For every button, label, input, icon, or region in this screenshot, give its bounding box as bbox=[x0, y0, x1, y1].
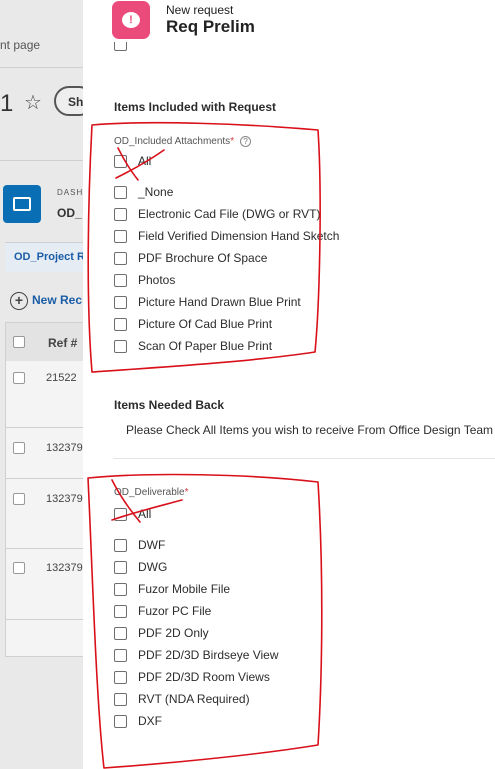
required-indicator: * bbox=[230, 136, 235, 148]
breadcrumb[interactable]: nt page bbox=[0, 38, 40, 52]
dashboard-icon bbox=[3, 185, 41, 223]
row-checkbox[interactable] bbox=[13, 372, 25, 384]
checkbox-pdf-room-views[interactable] bbox=[114, 671, 127, 684]
checkbox-dxf[interactable] bbox=[114, 715, 127, 728]
checkbox-hand-drawn[interactable] bbox=[114, 296, 127, 309]
table-cell-ref[interactable]: 132379 bbox=[46, 562, 83, 574]
tab-od-project[interactable]: OD_Project R bbox=[5, 242, 95, 272]
row-checkbox[interactable] bbox=[13, 562, 25, 574]
checkbox-photos[interactable] bbox=[114, 274, 127, 287]
table-cell-ref[interactable]: 132379 bbox=[46, 442, 83, 454]
panel-title: Req Prelim bbox=[166, 17, 255, 36]
help-circle-icon[interactable]: ? bbox=[240, 136, 252, 147]
checkbox-all-deliverables[interactable] bbox=[114, 508, 127, 521]
divider bbox=[113, 458, 495, 459]
option-label[interactable]: Photos bbox=[138, 273, 175, 287]
option-label[interactable]: Picture Hand Drawn Blue Print bbox=[138, 295, 301, 309]
new-record-button[interactable]: + New Rec bbox=[10, 292, 82, 310]
option-label[interactable]: All bbox=[138, 154, 151, 168]
section-title-included: Items Included with Request bbox=[114, 100, 277, 114]
checkbox-scan-paper[interactable] bbox=[114, 340, 127, 353]
option-label[interactable]: DXF bbox=[138, 714, 162, 728]
option-label[interactable]: _None bbox=[138, 185, 173, 199]
checkbox-all-attachments[interactable] bbox=[114, 155, 127, 168]
checkbox-fuzor-pc[interactable] bbox=[114, 605, 127, 618]
option-label[interactable]: PDF 2D/3D Birdseye View bbox=[138, 648, 279, 662]
attachments-field-label: OD_Included Attachments*? bbox=[114, 136, 252, 148]
table-cell-ref[interactable]: 132379 bbox=[46, 493, 83, 505]
panel-subtitle: New request bbox=[166, 3, 234, 17]
checkbox-pdf-2d[interactable] bbox=[114, 627, 127, 640]
checkbox-dwg[interactable] bbox=[114, 561, 127, 574]
option-label[interactable]: DWG bbox=[138, 560, 167, 574]
divider bbox=[0, 67, 83, 68]
deliverable-field-label: OD_Deliverable* bbox=[114, 487, 189, 498]
checkbox-rvt[interactable] bbox=[114, 693, 127, 706]
option-label[interactable]: Fuzor PC File bbox=[138, 604, 211, 618]
records-table: Ref # 21522 132379 132379 132379 bbox=[5, 322, 96, 657]
column-header-ref[interactable]: Ref # bbox=[48, 336, 77, 350]
checkbox-field-verified[interactable] bbox=[114, 230, 127, 243]
option-label[interactable]: Scan Of Paper Blue Print bbox=[138, 339, 272, 353]
needed-back-description: Please Check All Items you wish to recei… bbox=[126, 423, 494, 437]
table-cell-ref[interactable]: 21522 bbox=[46, 372, 77, 384]
option-label[interactable]: DWF bbox=[138, 538, 165, 552]
option-label[interactable]: All bbox=[138, 507, 151, 521]
dashboard-label: DASH bbox=[57, 188, 84, 197]
option-label[interactable]: PDF 2D Only bbox=[138, 626, 209, 640]
checkbox-pdf-brochure[interactable] bbox=[114, 252, 127, 265]
plus-circle-icon: + bbox=[10, 292, 28, 310]
checkbox-pdf-birdseye[interactable] bbox=[114, 649, 127, 662]
section-title-needed-back: Items Needed Back bbox=[114, 398, 225, 412]
option-label[interactable]: Picture Of Cad Blue Print bbox=[138, 317, 272, 331]
checkbox-cad-blue-print[interactable] bbox=[114, 318, 127, 331]
checkbox-fuzor-mobile[interactable] bbox=[114, 583, 127, 596]
option-label[interactable]: Field Verified Dimension Hand Sketch bbox=[138, 229, 339, 243]
checkbox[interactable] bbox=[114, 42, 127, 51]
checkbox-dwf[interactable] bbox=[114, 539, 127, 552]
required-indicator: * bbox=[184, 487, 189, 498]
star-icon[interactable]: ☆ bbox=[24, 90, 42, 115]
divider bbox=[0, 160, 83, 161]
option-label[interactable]: PDF 2D/3D Room Views bbox=[138, 670, 270, 684]
row-checkbox[interactable] bbox=[13, 442, 25, 454]
option-label[interactable]: Fuzor Mobile File bbox=[138, 582, 230, 596]
new-request-panel: Items Included with Request OD_Included … bbox=[83, 0, 495, 769]
table-header: Ref # bbox=[6, 323, 94, 361]
tab-label: OD_Project R bbox=[14, 251, 85, 263]
row-checkbox[interactable] bbox=[13, 493, 25, 505]
option-label[interactable]: Electronic Cad File (DWG or RVT) bbox=[138, 207, 320, 221]
option-label[interactable]: PDF Brochure Of Space bbox=[138, 251, 267, 265]
checkbox-electronic-cad[interactable] bbox=[114, 208, 127, 221]
checkbox-none[interactable] bbox=[114, 186, 127, 199]
chat-alert-icon: ! bbox=[112, 1, 150, 39]
panel-header: ! New request Req Prelim bbox=[83, 0, 495, 42]
record-number: 1 bbox=[0, 90, 14, 117]
option-label[interactable]: RVT (NDA Required) bbox=[138, 692, 250, 706]
select-all-checkbox[interactable] bbox=[13, 336, 25, 348]
dashboard-name[interactable]: OD_ bbox=[57, 206, 82, 220]
